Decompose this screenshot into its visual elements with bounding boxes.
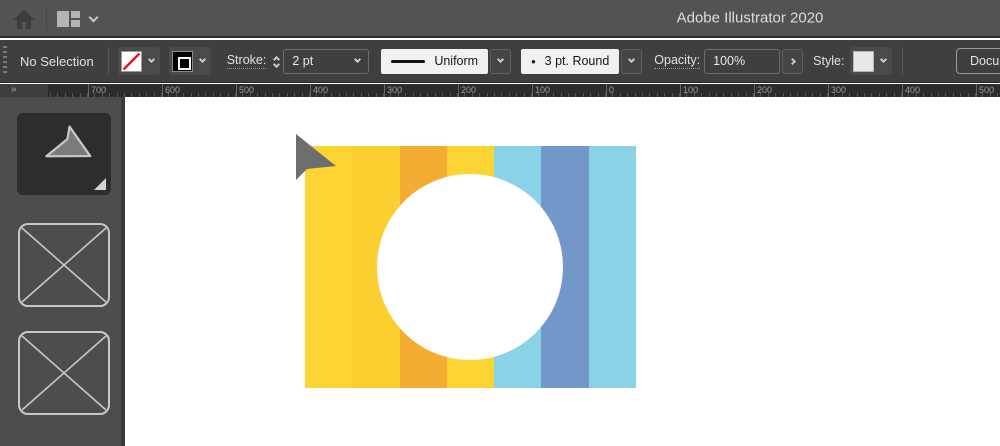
- toolbar-collapse-button[interactable]: »: [0, 84, 48, 97]
- chevron-down-icon: [148, 56, 155, 63]
- ruler-major-tick: [828, 84, 829, 97]
- ruler-major-tick: [606, 84, 607, 97]
- width-profile-value: Uniform: [434, 54, 478, 68]
- ruler-label: 400: [905, 84, 920, 96]
- canvas[interactable]: [125, 97, 1000, 446]
- chevron-down-icon: [354, 56, 361, 63]
- chevron-right-icon: [789, 57, 796, 64]
- opacity-input[interactable]: 100%: [704, 49, 780, 74]
- style-label: Style:: [813, 54, 844, 68]
- ruler-major-tick: [236, 84, 237, 97]
- uniform-profile-icon: [391, 60, 425, 63]
- width-profile-dropdown[interactable]: Uniform: [381, 49, 488, 74]
- ruler-label: 100: [683, 84, 698, 96]
- drag-handle[interactable]: [3, 46, 7, 76]
- stroke-weight-stepper[interactable]: [274, 55, 279, 67]
- empty-tool-slot[interactable]: [17, 330, 111, 416]
- ruler-label: 300: [831, 84, 846, 96]
- stroke-color-control[interactable]: [169, 47, 211, 75]
- title-bar: Adobe Illustrator 2020: [0, 0, 1000, 38]
- chevron-down-icon: [497, 56, 504, 63]
- ruler-major-tick: [162, 84, 163, 97]
- ruler-label: 200: [461, 84, 476, 96]
- controlbar-separator: [108, 47, 109, 75]
- artwork-stripe[interactable]: [589, 146, 636, 388]
- chevron-down-icon: [199, 56, 206, 63]
- opacity-value: 100%: [713, 54, 745, 68]
- ruler-major-tick: [458, 84, 459, 97]
- chevron-down-icon: [880, 56, 887, 63]
- style-swatch: [853, 51, 874, 72]
- ruler-label: 0: [609, 84, 614, 96]
- control-bar: No Selection Stroke: 2 pt Uniform •: [0, 40, 1000, 83]
- artwork[interactable]: [305, 146, 636, 388]
- fill-color-control[interactable]: [118, 47, 160, 75]
- artwork-stripe[interactable]: [305, 146, 352, 388]
- ruler-label: 300: [387, 84, 402, 96]
- tool-panel: [0, 97, 121, 446]
- tool-flyout-indicator: [94, 178, 106, 190]
- mouse-cursor-icon: [292, 132, 336, 182]
- stroke-label[interactable]: Stroke:: [227, 53, 267, 69]
- brush-value: 3 pt. Round: [545, 54, 610, 68]
- titlebar-separator: [46, 7, 47, 31]
- home-icon[interactable]: [12, 8, 36, 30]
- document-setup-button[interactable]: Docu: [956, 48, 1000, 74]
- brush-chevron-button[interactable]: [621, 49, 642, 74]
- ruler-major-tick: [680, 84, 681, 97]
- ruler-label: 700: [91, 84, 106, 96]
- empty-tool-slot[interactable]: [17, 222, 111, 308]
- ruler-label: 500: [979, 84, 994, 96]
- controlbar-separator: [902, 47, 903, 75]
- ruler-major-tick: [310, 84, 311, 97]
- ruler-major-tick: [754, 84, 755, 97]
- ruler-label: 400: [313, 84, 328, 96]
- selection-status: No Selection: [20, 54, 94, 69]
- ruler-major-tick: [384, 84, 385, 97]
- empty-slot-icon: [17, 222, 111, 308]
- brush-dropdown[interactable]: • 3 pt. Round: [521, 49, 619, 74]
- ruler-major-tick: [88, 84, 89, 97]
- empty-slot-icon: [17, 330, 111, 416]
- ruler-label: 200: [757, 84, 772, 96]
- stepper-down-icon[interactable]: [273, 61, 280, 68]
- horizontal-ruler: 700 600 500 400 300 200 100 0 100 200 300 400 500 »: [0, 84, 1000, 97]
- stroke-swatch: [172, 51, 193, 72]
- ruler-label: 100: [535, 84, 550, 96]
- ruler-major-tick: [532, 84, 533, 97]
- ruler-major-tick: [902, 84, 903, 97]
- width-profile-chevron-button[interactable]: [490, 49, 511, 74]
- artwork-circle[interactable]: [377, 174, 563, 360]
- chevron-down-icon[interactable]: [89, 13, 99, 23]
- stroke-weight-value: 2 pt: [292, 54, 313, 68]
- opacity-options-button[interactable]: [782, 49, 803, 74]
- ruler-major-tick: [976, 84, 977, 97]
- chevron-down-icon: [628, 56, 635, 63]
- opacity-label[interactable]: Opacity:: [654, 53, 700, 69]
- illustrator-window: Adobe Illustrator 2020 No Selection Stro…: [0, 0, 1000, 446]
- ruler-label: 500: [239, 84, 254, 96]
- arrange-documents-icon[interactable]: [57, 11, 80, 27]
- style-control[interactable]: [850, 47, 892, 75]
- brush-dot-icon: •: [531, 55, 536, 68]
- fill-none-swatch: [121, 51, 142, 72]
- window-title: Adobe Illustrator 2020: [677, 10, 824, 27]
- ruler-label: 600: [165, 84, 180, 96]
- stroke-weight-input[interactable]: 2 pt: [283, 49, 369, 74]
- selection-tool-button[interactable]: [17, 113, 111, 195]
